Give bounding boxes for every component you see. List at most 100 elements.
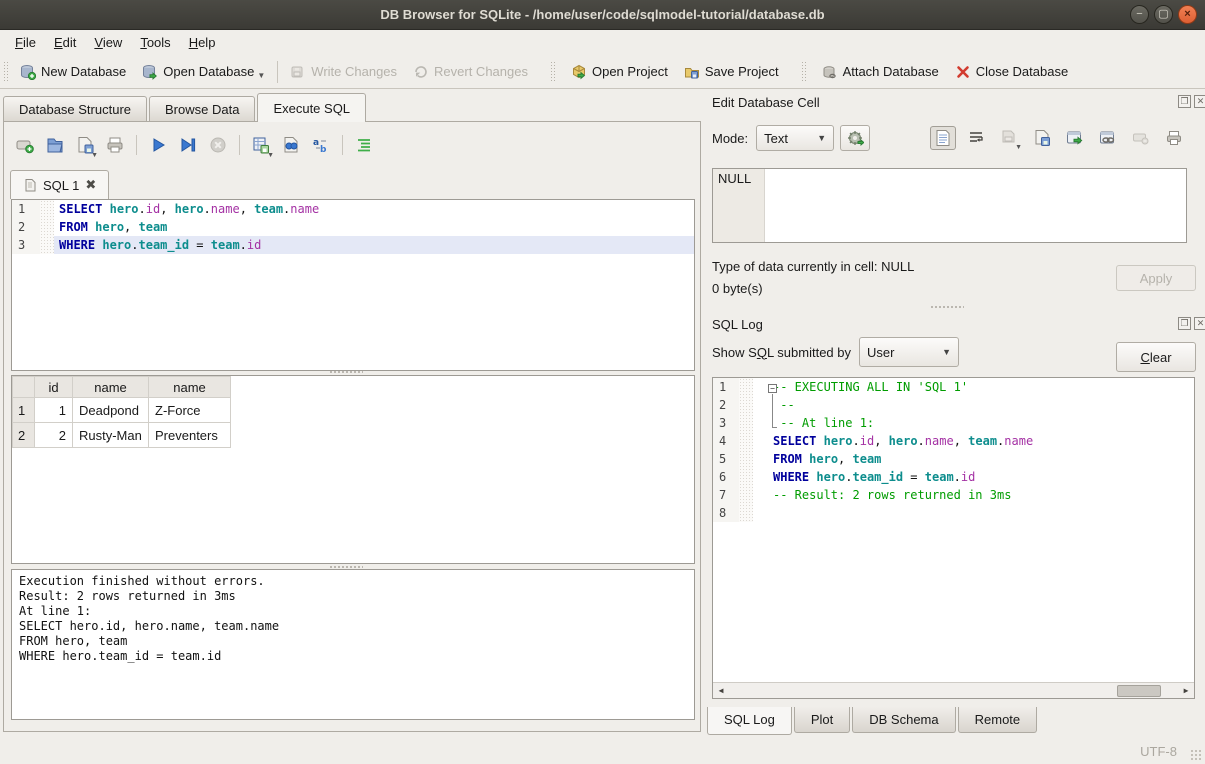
set-null-button[interactable] bbox=[1128, 126, 1154, 150]
cell[interactable]: Z-Force bbox=[149, 398, 231, 423]
cell-editor-toolbar: ▼ bbox=[930, 126, 1187, 150]
log-filter-select[interactable]: User ▼ bbox=[859, 337, 959, 367]
print-cell-button[interactable] bbox=[1161, 126, 1187, 150]
revert-changes-button[interactable]: Revert Changes bbox=[405, 59, 536, 85]
print-button[interactable] bbox=[102, 132, 128, 158]
cell-type-text: Type of data currently in cell: NULL bbox=[712, 259, 914, 274]
find-button[interactable] bbox=[278, 132, 304, 158]
text-document-icon bbox=[935, 129, 951, 147]
tab-execute-sql[interactable]: Execute SQL bbox=[257, 93, 366, 122]
save-results-dropdown-icon[interactable]: ▼ bbox=[267, 152, 274, 159]
save-dropdown-icon[interactable]: ▼ bbox=[91, 152, 98, 159]
new-database-button[interactable]: New Database bbox=[12, 59, 134, 85]
open-sql-file-button[interactable] bbox=[42, 132, 68, 158]
cell-text-area[interactable] bbox=[765, 169, 1186, 242]
grid-corner[interactable] bbox=[13, 377, 35, 398]
editor-current-line: 3 WHERE hero.team_id = team.id bbox=[12, 236, 694, 254]
cell[interactable]: Rusty-Man bbox=[73, 423, 149, 448]
close-panel-icon[interactable]: ✕ bbox=[1194, 95, 1205, 108]
editor-grid-splitter[interactable] bbox=[329, 370, 363, 374]
word-wrap-button[interactable] bbox=[963, 126, 989, 150]
close-database-button[interactable]: Close Database bbox=[947, 59, 1077, 85]
toolbar-grip-2[interactable] bbox=[550, 61, 556, 83]
cell[interactable]: Preventers bbox=[149, 423, 231, 448]
save-project-button[interactable]: Save Project bbox=[676, 59, 787, 85]
menu-help[interactable]: Help bbox=[180, 32, 225, 53]
menu-edit[interactable]: Edit bbox=[45, 32, 85, 53]
column-header-id[interactable]: id bbox=[35, 377, 73, 398]
format-icon bbox=[354, 135, 374, 155]
play-to-line-icon bbox=[178, 135, 198, 155]
clear-log-button[interactable]: Clear bbox=[1116, 342, 1196, 372]
find-icon bbox=[281, 135, 301, 155]
close-button[interactable]: × bbox=[1178, 5, 1197, 24]
table-row: 2 2 Rusty-Man Preventers bbox=[13, 423, 231, 448]
execute-all-button[interactable] bbox=[145, 132, 171, 158]
cell-size-text: 0 byte(s) bbox=[712, 281, 763, 296]
close-panel-icon[interactable]: ✕ bbox=[1194, 317, 1205, 330]
open-database-button[interactable]: Open Database ▼ bbox=[134, 59, 273, 85]
tab-plot[interactable]: Plot bbox=[794, 707, 850, 733]
log-horizontal-scrollbar[interactable]: ◀ ▶ bbox=[713, 682, 1194, 698]
sql-editor[interactable]: 1 SELECT hero.id, hero.name, team.name 2… bbox=[11, 199, 695, 371]
apply-button[interactable]: Apply bbox=[1116, 265, 1196, 291]
copy-link-button[interactable] bbox=[1095, 126, 1121, 150]
sql-doc-tab[interactable]: SQL 1 ✖ bbox=[10, 170, 109, 199]
save-sql-file-button[interactable]: ▼ bbox=[72, 132, 98, 158]
replace-button[interactable]: ab bbox=[308, 132, 334, 158]
scroll-right-icon[interactable]: ▶ bbox=[1178, 683, 1194, 698]
toolbar-grip[interactable] bbox=[3, 61, 9, 83]
open-sql-tab-button[interactable] bbox=[12, 132, 38, 158]
execute-line-button[interactable] bbox=[175, 132, 201, 158]
cell-value-editor[interactable]: NULL bbox=[712, 168, 1187, 243]
text-mode-button[interactable] bbox=[930, 126, 956, 150]
column-header-name[interactable]: name bbox=[73, 377, 149, 398]
write-changes-icon bbox=[290, 64, 306, 80]
dock-splitter[interactable] bbox=[930, 305, 964, 309]
write-changes-button[interactable]: Write Changes bbox=[282, 59, 405, 85]
tab-db-schema[interactable]: DB Schema bbox=[852, 707, 955, 733]
sql-log-title: SQL Log bbox=[712, 317, 763, 332]
menu-file[interactable]: File bbox=[6, 32, 45, 53]
close-sql-tab-icon[interactable]: ✖ bbox=[85, 177, 96, 193]
tab-database-structure[interactable]: Database Structure bbox=[3, 96, 147, 122]
tab-browse-data[interactable]: Browse Data bbox=[149, 96, 255, 122]
tab-remote[interactable]: Remote bbox=[958, 707, 1038, 733]
cell[interactable]: Deadpond bbox=[73, 398, 149, 423]
column-header-name-2[interactable]: name bbox=[149, 377, 231, 398]
open-in-app-button[interactable] bbox=[1062, 126, 1088, 150]
print-icon bbox=[1165, 129, 1183, 147]
sql-doc-tabbar: SQL 1 ✖ bbox=[10, 168, 109, 199]
scrollbar-thumb[interactable] bbox=[1117, 685, 1161, 697]
editor-line: 1 SELECT hero.id, hero.name, team.name bbox=[12, 200, 694, 218]
open-database-dropdown-icon[interactable]: ▼ bbox=[257, 71, 265, 80]
export-cell-button[interactable] bbox=[1029, 126, 1055, 150]
tab-sql-log[interactable]: SQL Log bbox=[707, 707, 792, 735]
resize-grip[interactable] bbox=[1190, 749, 1202, 761]
mode-select[interactable]: Text ▼ bbox=[756, 125, 834, 151]
cell[interactable]: 1 bbox=[35, 398, 73, 423]
auto-format-button[interactable] bbox=[840, 125, 870, 151]
float-panel-icon[interactable]: ❐ bbox=[1178, 317, 1191, 330]
cell[interactable]: 2 bbox=[35, 423, 73, 448]
float-panel-icon[interactable]: ❐ bbox=[1178, 95, 1191, 108]
attach-database-button[interactable]: Attach Database bbox=[814, 59, 947, 85]
execute-sql-panel: ▼ ▼ ab SQL 1 ✖ 1 SELECT hero.id, hero.na… bbox=[3, 121, 701, 732]
table-row: 1 1 Deadpond Z-Force bbox=[13, 398, 231, 423]
minimize-button[interactable]: − bbox=[1130, 5, 1149, 24]
open-database-icon bbox=[142, 64, 158, 80]
set-null-icon bbox=[1132, 131, 1150, 145]
stop-button[interactable] bbox=[205, 132, 231, 158]
execution-message: Execution finished without errors. Resul… bbox=[19, 574, 687, 664]
menu-view[interactable]: View bbox=[85, 32, 131, 53]
toolbar-grip-3[interactable] bbox=[801, 61, 807, 83]
maximize-button[interactable]: ▢ bbox=[1154, 5, 1173, 24]
format-sql-button[interactable] bbox=[351, 132, 377, 158]
open-project-button[interactable]: Open Project bbox=[563, 59, 676, 85]
mode-row: Mode: Text ▼ bbox=[712, 128, 870, 148]
scroll-left-icon[interactable]: ◀ bbox=[713, 683, 729, 698]
attach-database-icon bbox=[822, 64, 838, 80]
save-results-button[interactable]: ▼ bbox=[248, 132, 274, 158]
menu-tools[interactable]: Tools bbox=[131, 32, 179, 53]
import-cell-button[interactable]: ▼ bbox=[996, 126, 1022, 150]
